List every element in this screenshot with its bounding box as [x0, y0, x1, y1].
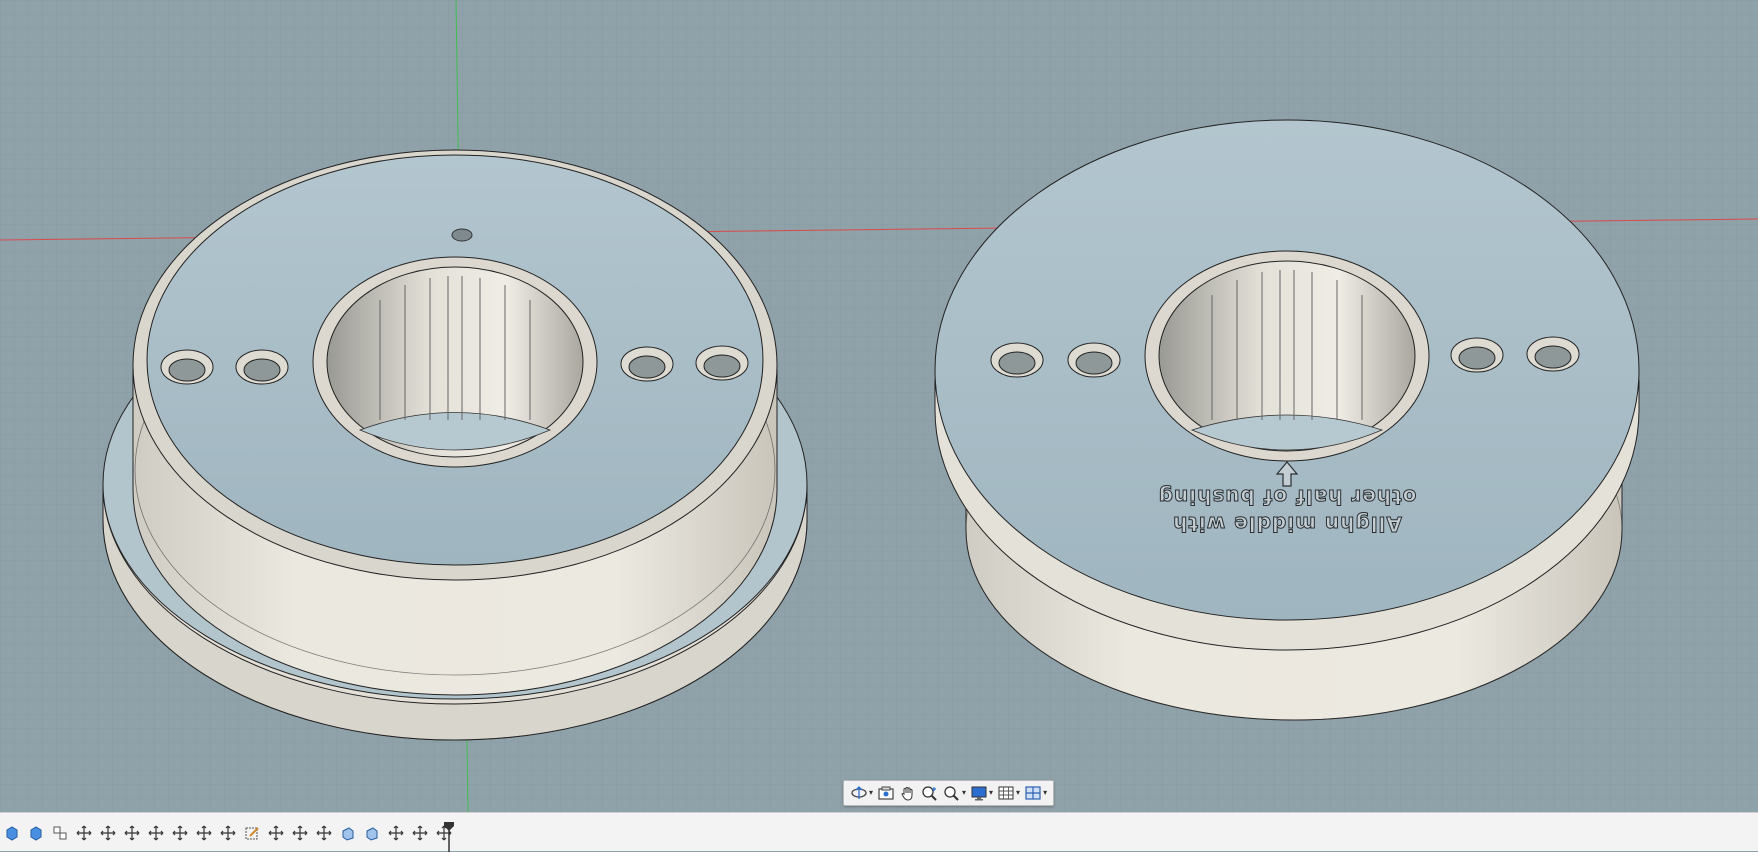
move-icon: [172, 825, 188, 841]
grid-snaps-icon: [998, 786, 1014, 800]
move-icon: [196, 825, 212, 841]
display-settings-icon: [971, 786, 987, 801]
timeline-feature-move-5[interactable]: [168, 823, 192, 843]
body-icon: [30, 826, 42, 841]
move-icon: [292, 825, 308, 841]
timeline-feature-body-2[interactable]: [24, 823, 48, 843]
move-icon: [268, 825, 284, 841]
fit-caret[interactable]: ▾: [962, 789, 966, 797]
move-icon: [76, 825, 92, 841]
body-icon: [6, 826, 18, 841]
timeline-feature-move-3[interactable]: [120, 823, 144, 843]
design-canvas[interactable]: Allghn middle with other half of bushing: [0, 0, 1758, 812]
timeline-feature-move-11[interactable]: [384, 823, 408, 843]
viewports-caret[interactable]: ▾: [1043, 789, 1047, 797]
move-icon: [388, 825, 404, 841]
timeline-feature-move-8[interactable]: [264, 823, 288, 843]
grid-snaps-caret[interactable]: ▾: [1016, 789, 1020, 797]
bushing-right[interactable]: Allghn middle with other half of bushing: [934, 119, 1640, 721]
look-at-icon: [878, 786, 894, 800]
fit-icon: [944, 786, 959, 801]
move-icon: [148, 825, 164, 841]
move-icon: [412, 825, 428, 841]
move-icon: [316, 825, 332, 841]
timeline-feature-move-6[interactable]: [192, 823, 216, 843]
timeline-feature-body-1[interactable]: [0, 823, 24, 843]
orbit-caret[interactable]: ▾: [869, 789, 873, 797]
timeline: [0, 812, 1758, 852]
orbit-icon: [851, 786, 867, 799]
display-settings-button[interactable]: ▾: [968, 782, 995, 804]
fit-button[interactable]: ▾: [941, 782, 968, 804]
extrude-icon: [342, 827, 354, 841]
pan-button[interactable]: [897, 782, 919, 804]
timeline-feature-component[interactable]: [48, 823, 72, 843]
display-settings-caret[interactable]: ▾: [989, 789, 993, 797]
navigation-toolbar: ▾ ▾ ▾ ▾ ▾: [843, 780, 1055, 806]
bushing-left[interactable]: [102, 149, 808, 741]
zoom-icon: [922, 786, 937, 801]
timeline-marker[interactable]: [443, 821, 455, 852]
timeline-feature-move-4[interactable]: [144, 823, 168, 843]
timeline-feature-move-1[interactable]: [72, 823, 96, 843]
sketch-icon: [245, 827, 259, 840]
viewports-button[interactable]: ▾: [1022, 782, 1049, 804]
grid-snaps-button[interactable]: ▾: [995, 782, 1022, 804]
look-at-button[interactable]: [875, 782, 897, 804]
component-icon: [53, 826, 67, 840]
engraving-line1: Allghn middle with: [1172, 512, 1402, 536]
timeline-feature-extrude-1[interactable]: [336, 823, 360, 843]
timeline-feature-move-2[interactable]: [96, 823, 120, 843]
timeline-feature-move-9[interactable]: [288, 823, 312, 843]
orbit-button[interactable]: ▾: [848, 782, 875, 804]
origin-point[interactable]: [451, 228, 473, 242]
extrude-icon: [366, 827, 378, 841]
zoom-button[interactable]: [919, 782, 941, 804]
timeline-feature-sketch[interactable]: [240, 823, 264, 843]
timeline-feature-extrude-2[interactable]: [360, 823, 384, 843]
pan-icon: [901, 787, 913, 801]
timeline-feature-move-12[interactable]: [408, 823, 432, 843]
move-icon: [100, 825, 116, 841]
move-icon: [124, 825, 140, 841]
timeline-feature-move-10[interactable]: [312, 823, 336, 843]
engraving-line2: other half of bushing: [1158, 485, 1417, 509]
timeline-feature-move-7[interactable]: [216, 823, 240, 843]
viewports-icon: [1025, 786, 1041, 800]
move-icon: [220, 825, 236, 841]
